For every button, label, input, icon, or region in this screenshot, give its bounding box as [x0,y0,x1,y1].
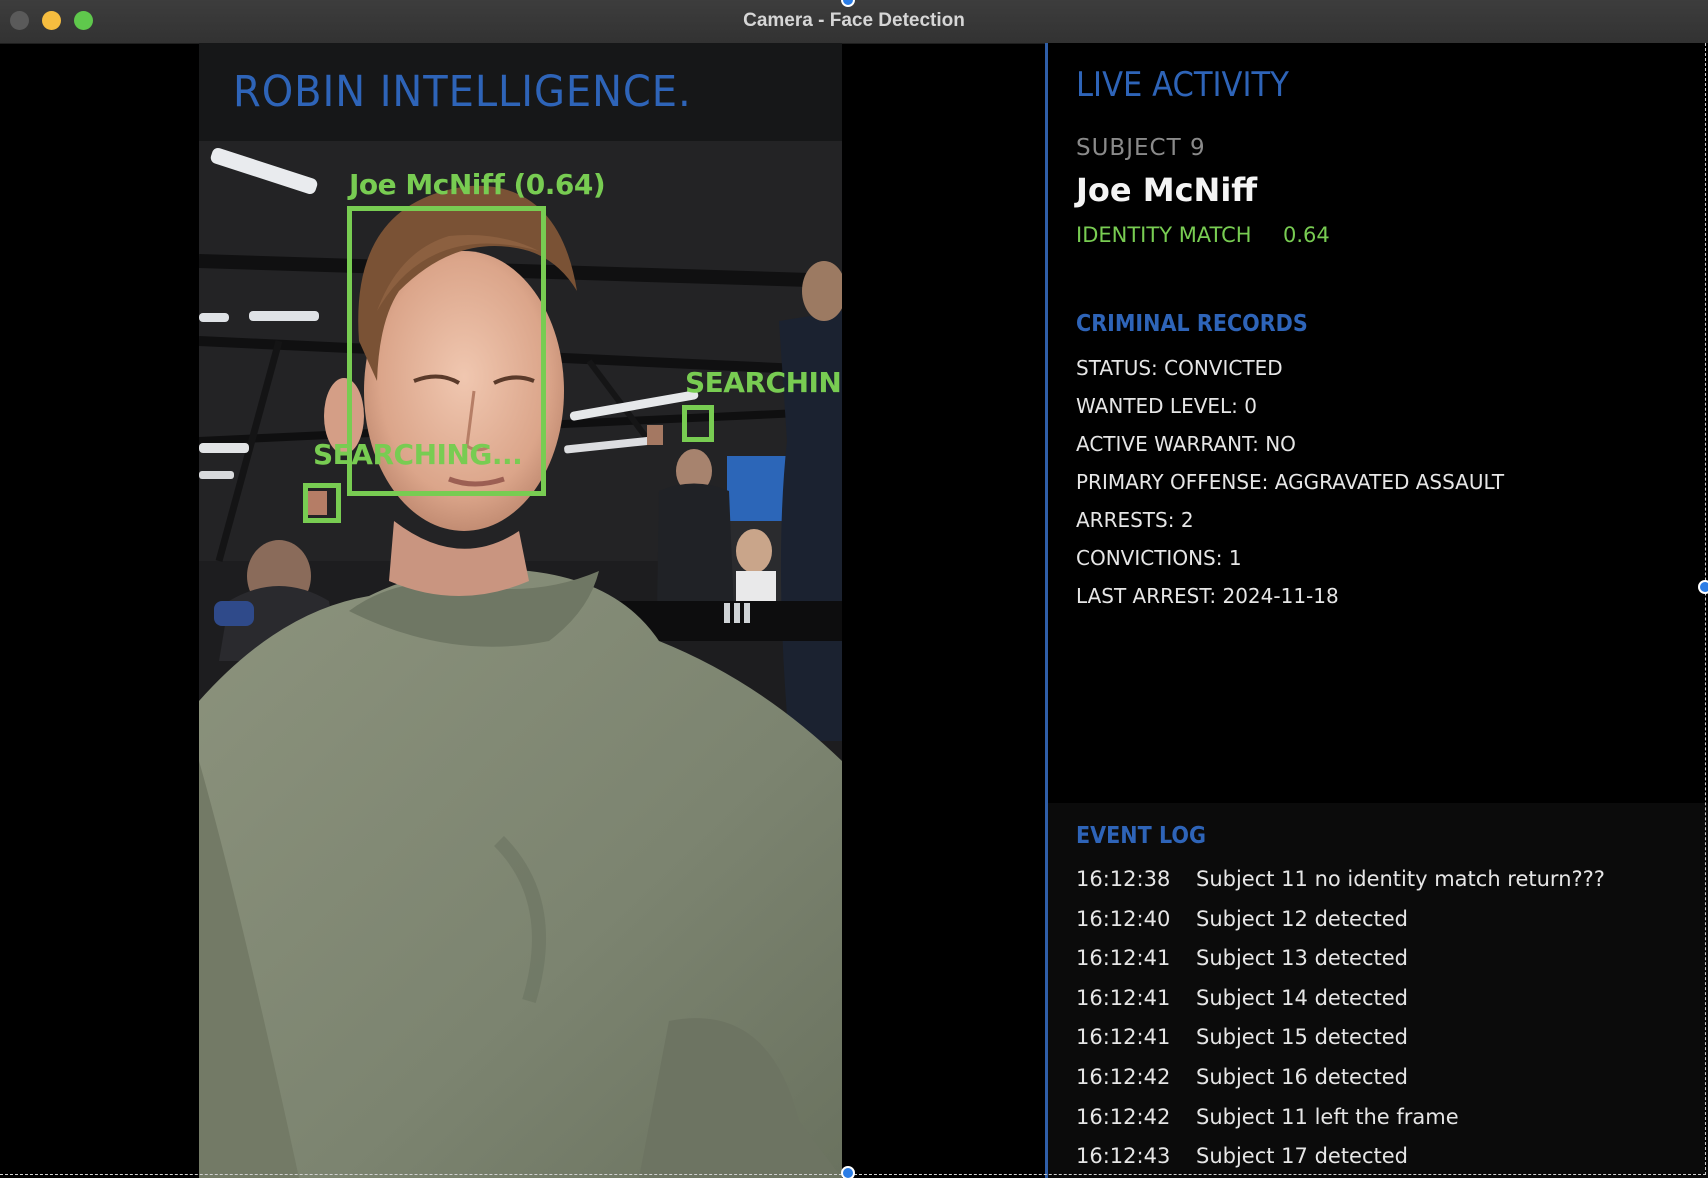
subject-name: Joe McNiff [1076,171,1258,209]
event-log-entry: 16:12:40 Subject 12 detected [1076,907,1605,947]
record-status: STATUS: CONVICTED [1076,356,1283,380]
event-log-panel: EVENT LOG 16:12:38 Subject 11 no identity… [1048,803,1708,1178]
searching-label: SEARCHING... [313,438,523,471]
live-activity-panel: LIVE ACTIVITY SUBJECT 9 Joe McNiff IDENT… [1048,43,1708,803]
title-bar[interactable]: Camera - Face Detection [0,0,1708,44]
event-log-entry: 16:12:41 Subject 14 detected [1076,986,1605,1026]
event-text: Subject 13 detected [1196,946,1409,971]
record-convictions: CONVICTIONS: 1 [1076,546,1242,570]
event-log-list: 16:12:38 Subject 11 no identity match ret… [1076,867,1605,1178]
criminal-records-list: STATUS: CONVICTED WANTED LEVEL: 0 ACTIVE… [1076,356,1504,622]
event-log-heading: EVENT LOG [1076,823,1206,849]
record-primary-offense: PRIMARY OFFENSE: AGGRAVATED ASSAULT [1076,470,1505,494]
event-time: 16:12:41 [1076,946,1171,971]
event-time: 16:12:41 [1076,985,1171,1010]
identity-match-score: 0.64 [1283,223,1330,247]
camera-image: Joe McNiff (0.64) SEARCHING... SEARCHING [199,141,842,1178]
event-text: Subject 14 detected [1196,985,1409,1010]
event-time: 16:12:41 [1076,1025,1171,1050]
event-text: Subject 16 detected [1196,1064,1409,1089]
record-arrests: ARRESTS: 2 [1076,508,1194,532]
event-text: Subject 11 no identity match return??? [1196,867,1605,891]
resize-handle-right[interactable] [1698,580,1708,594]
event-log-entry: 16:12:38 Subject 11 no identity match ret… [1076,867,1605,907]
brand-title: ROBIN INTELLIGENCE. [233,67,692,117]
camera-feed: ROBIN INTELLIGENCE. Joe McNiff (0.64) SE… [199,43,842,1178]
event-log-entry: 16:12:42 Subject 16 detected [1076,1065,1605,1105]
event-time: 16:12:43 [1076,1144,1171,1169]
record-last-arrest: LAST ARREST: 2024-11-18 [1076,584,1339,608]
event-time: 16:12:42 [1076,1064,1171,1089]
event-text: Subject 11 left the frame [1196,1104,1459,1129]
identity-match-label: IDENTITY MATCH [1076,223,1252,247]
subject-label: SUBJECT 9 [1076,135,1206,161]
camera-window: Camera - Face Detection ROBIN INTELLIGEN… [0,0,1708,1178]
window-title: Camera - Face Detection [743,10,965,31]
event-log-entry: 16:12:41 Subject 15 detected [1076,1025,1605,1065]
event-text: Subject 17 detected [1196,1144,1409,1169]
event-text: Subject 15 detected [1196,1025,1409,1050]
searching-box [303,483,341,523]
record-wanted-level: WANTED LEVEL: 0 [1076,394,1257,418]
face-detection-label: Joe McNiff (0.64) [349,168,606,201]
event-time: 16:12:40 [1076,906,1171,931]
searching-box [682,405,714,442]
event-log-entry: 16:12:42 Subject 11 left the frame [1076,1105,1605,1145]
event-text: Subject 12 detected [1196,906,1409,931]
event-log-entry: 16:12:41 Subject 13 detected [1076,946,1605,986]
event-time: 16:12:38 [1076,867,1171,891]
live-activity-heading: LIVE ACTIVITY [1076,65,1289,105]
resize-handle-bottom[interactable] [841,1166,855,1178]
searching-label: SEARCHING [685,366,842,399]
brand-header: ROBIN INTELLIGENCE. [199,43,842,141]
record-active-warrant: ACTIVE WARRANT: NO [1076,432,1296,456]
event-time: 16:12:42 [1076,1104,1171,1129]
event-log-entry: 16:12:43 Subject 17 detected [1076,1144,1605,1178]
criminal-records-heading: CRIMINAL RECORDS [1076,311,1308,337]
